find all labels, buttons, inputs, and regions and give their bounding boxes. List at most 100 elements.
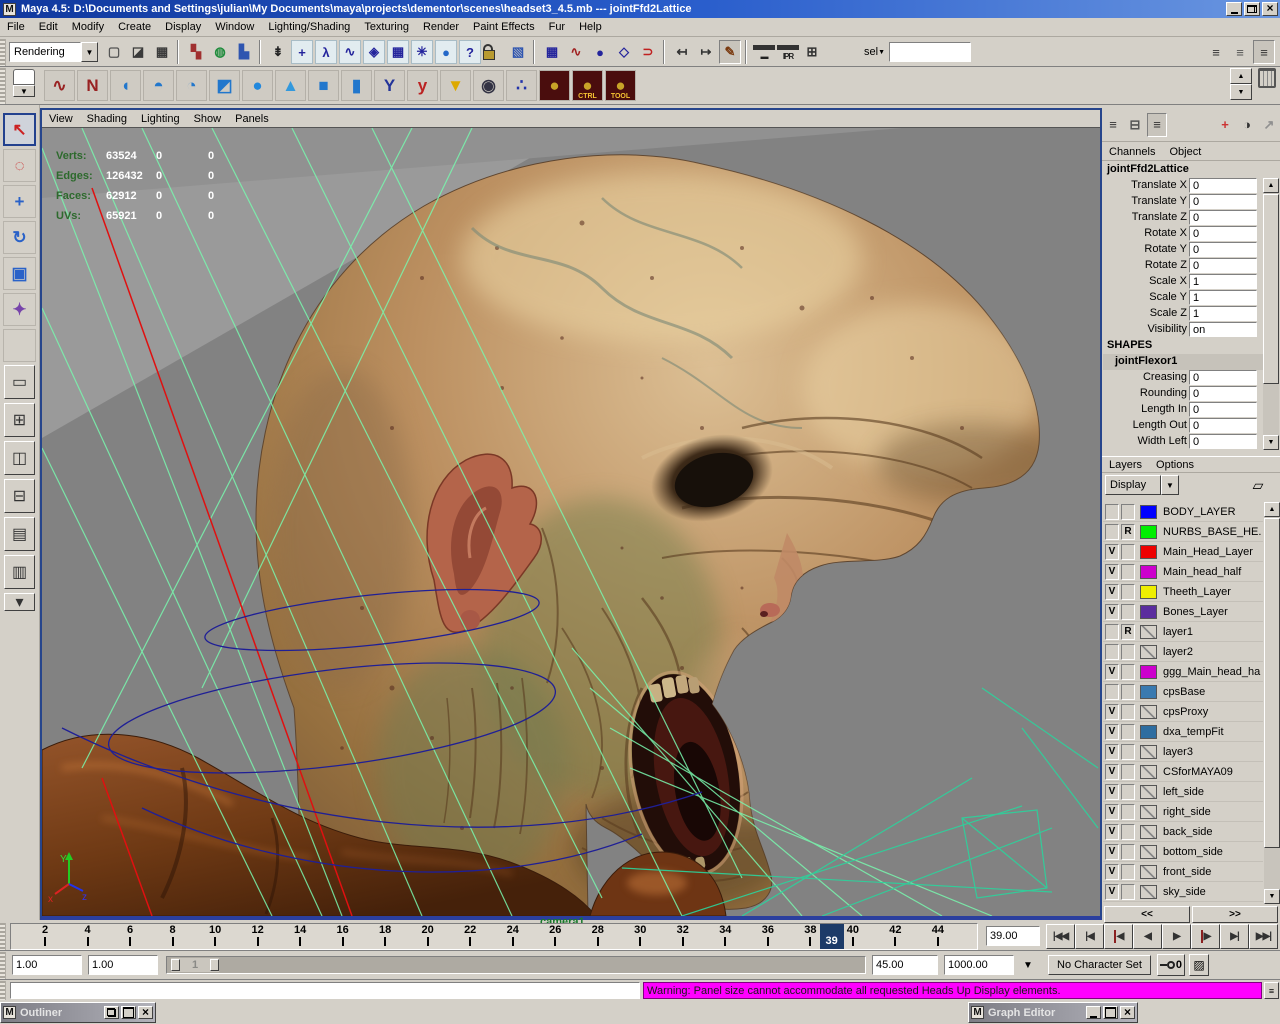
joint-tool-icon[interactable]: Y [374, 70, 405, 101]
move-tool[interactable]: + [3, 185, 36, 218]
timeline-tick[interactable]: 16 [332, 924, 354, 946]
layer-row[interactable]: V sky_side [1103, 882, 1263, 902]
layer-name[interactable]: back_side [1163, 826, 1213, 838]
trash-icon[interactable] [1258, 68, 1276, 88]
open-scene-icon[interactable]: ◪ [127, 40, 149, 64]
viewport-menu-item[interactable]: Panels [228, 111, 276, 127]
snap-to-curves-icon[interactable]: ∿ [565, 40, 587, 64]
timeline-tick[interactable]: 18 [374, 924, 396, 946]
render-current-frame-icon[interactable]: ▬ [753, 45, 775, 63]
menu-item[interactable]: Lighting/Shading [261, 19, 357, 35]
title-bar[interactable]: M Maya 4.5: D:\Documents and Settings\ju… [0, 0, 1280, 18]
layer-name[interactable]: right_side [1163, 806, 1211, 818]
scroll-down-icon[interactable]: ▼ [1264, 889, 1280, 904]
timeline-tick[interactable]: 22 [459, 924, 481, 946]
menu-item[interactable]: Modify [65, 19, 111, 35]
layer-row[interactable]: V ggg_Main_head_ha [1103, 662, 1263, 682]
snap-to-planes-icon[interactable]: ◇ [613, 40, 635, 64]
layer-visibility-toggle[interactable] [1105, 504, 1119, 520]
layout-four-pane[interactable]: ⊞ [4, 403, 35, 437]
go-to-range-start-button[interactable]: |◀◀ [1046, 924, 1075, 949]
close-button[interactable] [138, 1006, 153, 1019]
layer-row[interactable]: V layer3 [1103, 742, 1263, 762]
layer-visibility-toggle[interactable]: V [1105, 824, 1119, 840]
layer-reference-toggle[interactable]: R [1121, 624, 1135, 640]
layer-name[interactable]: dxa_tempFit [1163, 726, 1224, 738]
layer-row[interactable]: R layer1 [1103, 622, 1263, 642]
viewport-menu-item[interactable]: View [42, 111, 80, 127]
mask-joints-icon[interactable]: λ [315, 40, 337, 64]
layer-name[interactable]: CSforMAYA09 [1163, 766, 1233, 778]
layer-row[interactable]: V Bones_Layer [1103, 602, 1263, 622]
layer-name[interactable]: Theeth_Layer [1163, 586, 1231, 598]
options-menu[interactable]: Options [1149, 457, 1201, 472]
timeline-tick[interactable]: 36 [757, 924, 779, 946]
command-line-input[interactable] [10, 982, 640, 999]
chevron-down-icon[interactable]: ▼ [13, 85, 35, 97]
particles-icon[interactable]: ∴ [506, 70, 537, 101]
layer-reference-toggle[interactable] [1121, 824, 1135, 840]
layer-color-swatch[interactable] [1140, 525, 1157, 539]
layer-list-scrollbar[interactable]: ▲ ▼ [1264, 502, 1280, 904]
poly-cylinder-icon[interactable]: ▮ [341, 70, 372, 101]
layer-visibility-toggle[interactable]: V [1105, 724, 1119, 740]
layer-visibility-toggle[interactable] [1105, 684, 1119, 700]
layer-reference-toggle[interactable] [1121, 804, 1135, 820]
select-by-component-icon[interactable]: ▙ [233, 40, 255, 64]
last-tool[interactable] [3, 329, 36, 362]
layer-name[interactable]: layer3 [1163, 746, 1193, 758]
layer-mode-selector[interactable]: Display ▼ [1105, 475, 1179, 495]
show-manipulator-tool[interactable]: ✦ [3, 293, 36, 326]
timeline-tick[interactable]: 20 [417, 924, 439, 946]
layout-multi[interactable]: ▥ [4, 555, 35, 589]
layer-name[interactable]: layer1 [1163, 626, 1193, 638]
viewport-menu-item[interactable]: Lighting [134, 111, 187, 127]
minimized-window-graph-editor[interactable]: M Graph Editor [968, 1002, 1138, 1023]
timeline-tick[interactable]: 28 [587, 924, 609, 946]
select-by-object-icon[interactable]: ◍ [209, 40, 231, 64]
layout-persp-graph[interactable]: ⊟ [4, 479, 35, 513]
shelf-scroll-up-icon[interactable]: ▲ [1230, 68, 1252, 84]
playback-end-field[interactable] [872, 955, 938, 975]
layer-color-swatch[interactable] [1140, 845, 1157, 859]
layer-color-swatch[interactable] [1140, 745, 1157, 759]
layer-color-swatch[interactable] [1140, 645, 1157, 659]
fur-ctrl-icon[interactable]: ● CTRL [572, 70, 603, 101]
fur-tool-icon[interactable]: ● TOOL [605, 70, 636, 101]
birail-icon[interactable]: ◩ [209, 70, 240, 101]
layer-color-swatch[interactable] [1140, 885, 1157, 899]
scrollbar-thumb[interactable] [1264, 518, 1280, 848]
animation-preferences-icon[interactable]: ▨ [1189, 954, 1209, 976]
viewport-canvas[interactable]: Verts: 63524 0 0 Edges: 126432 0 0 Faces… [42, 128, 1100, 916]
chevron-down-icon[interactable]: ▼ [878, 49, 885, 56]
layer-row[interactable]: V cpsProxy [1103, 702, 1263, 722]
layer-name[interactable]: ggg_Main_head_ha [1163, 666, 1260, 678]
layer-visibility-toggle[interactable]: V [1105, 884, 1119, 900]
scroll-up-icon[interactable]: ▲ [1264, 502, 1280, 517]
layer-reference-toggle[interactable]: R [1121, 524, 1135, 540]
layout-persp-outliner[interactable]: ◫ [4, 441, 35, 475]
layer-name[interactable]: cpsProxy [1163, 706, 1208, 718]
mask-rendering-icon[interactable]: ● [435, 40, 457, 64]
layers-next-button[interactable]: >> [1192, 906, 1278, 923]
toggle-channel-box-icon[interactable]: ≡ [1253, 40, 1275, 64]
layers-prev-button[interactable]: << [1104, 906, 1190, 923]
menu-item[interactable]: Texturing [357, 19, 416, 35]
layer-row[interactable]: V front_side [1103, 862, 1263, 882]
restore-button[interactable] [1244, 2, 1260, 16]
quick-select-label[interactable]: sel [864, 46, 878, 58]
layer-color-swatch[interactable] [1140, 685, 1157, 699]
layer-name[interactable]: sky_side [1163, 886, 1206, 898]
object-menu[interactable]: Object [1162, 144, 1208, 160]
menu-item[interactable]: Display [158, 19, 208, 35]
layer-name[interactable]: left_side [1163, 786, 1204, 798]
layer-reference-toggle[interactable] [1121, 724, 1135, 740]
layout-more[interactable]: ▾ [4, 593, 35, 611]
collapse-icon[interactable]: ⇟ [267, 40, 289, 64]
layer-row[interactable]: V left_side [1103, 782, 1263, 802]
save-scene-icon[interactable]: ▦ [151, 40, 173, 64]
nurbs-cone-icon[interactable]: ▲ [275, 70, 306, 101]
layer-color-swatch[interactable] [1140, 765, 1157, 779]
layer-reference-toggle[interactable] [1121, 764, 1135, 780]
layer-name[interactable]: cpsBase [1163, 686, 1205, 698]
